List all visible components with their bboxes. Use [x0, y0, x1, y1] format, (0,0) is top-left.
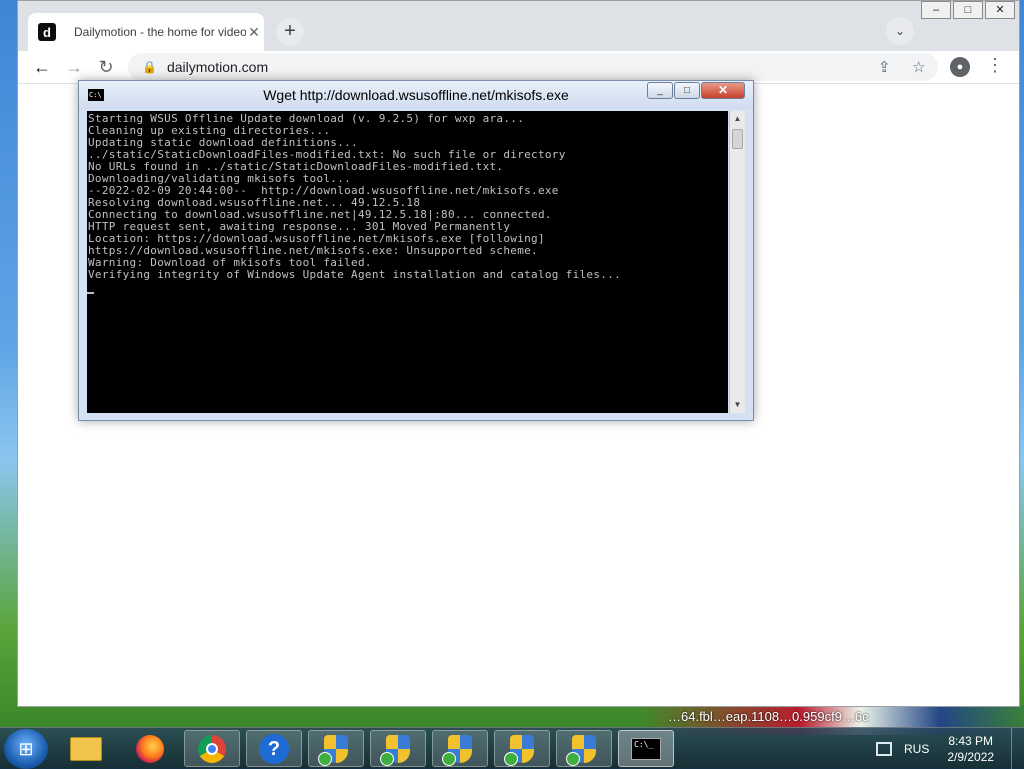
wsus-taskbar-button-5[interactable]: [556, 730, 612, 767]
lock-icon[interactable]: 🔒: [142, 60, 157, 74]
explorer-taskbar-button[interactable]: [58, 730, 114, 767]
language-indicator[interactable]: RUS: [904, 742, 929, 756]
tab-dailymotion[interactable]: d Dailymotion - the home for videos ✕: [28, 13, 264, 51]
wsus-taskbar-button-1[interactable]: [308, 730, 364, 767]
tab-close-icon[interactable]: ✕: [246, 24, 262, 41]
clock-time: 8:43 PM: [948, 733, 994, 748]
windows-update-shield-icon: [504, 734, 534, 766]
cmd-taskbar-button[interactable]: C:\_: [618, 730, 674, 767]
console-scrollbar[interactable]: ▲ ▼: [729, 111, 745, 413]
browser-menu-icon[interactable]: ⋮: [986, 55, 1004, 76]
start-button[interactable]: ⊞: [4, 729, 48, 769]
help-taskbar-button[interactable]: ?: [246, 730, 302, 767]
dailymotion-favicon-icon: d: [38, 23, 56, 41]
console-title-bar[interactable]: C:\ Wget http://download.wsusoffline.net…: [79, 81, 753, 109]
forward-button[interactable]: →: [58, 51, 90, 83]
minimize-button[interactable]: –: [921, 1, 951, 19]
bookmark-star-icon[interactable]: ☆: [912, 58, 925, 76]
chrome-taskbar-button[interactable]: [184, 730, 240, 767]
firefox-icon: [136, 734, 164, 763]
share-icon[interactable]: ⇪: [878, 58, 891, 76]
close-button[interactable]: ✕: [985, 1, 1015, 19]
browser-toolbar: ← → ↻ 🔒 dailymotion.com ⇪ ☆ ● ⋮: [18, 51, 1019, 83]
wsus-taskbar-button-4[interactable]: [494, 730, 550, 767]
console-window: C:\ Wget http://download.wsusoffline.net…: [78, 80, 754, 421]
scroll-down-arrow-icon[interactable]: ▼: [730, 397, 745, 413]
clock-date: 2/9/2022: [947, 749, 995, 764]
tab-title: Dailymotion - the home for videos: [74, 25, 246, 39]
console-minimize-button[interactable]: _: [647, 82, 673, 99]
wsus-taskbar-button-2[interactable]: [370, 730, 426, 767]
taskbar: ⊞ ? C:\_ RUS 8:43 PM 2/9/2022: [0, 727, 1024, 769]
maximize-button[interactable]: □: [953, 1, 983, 19]
show-desktop-button[interactable]: [1011, 728, 1024, 769]
firefox-taskbar-button[interactable]: [122, 730, 178, 767]
scroll-up-arrow-icon[interactable]: ▲: [730, 111, 745, 127]
console-close-button[interactable]: ✕: [701, 82, 745, 99]
console-output[interactable]: Starting WSUS Offline Update download (v…: [87, 111, 728, 413]
scroll-thumb[interactable]: [732, 129, 743, 149]
tab-strip: d Dailymotion - the home for videos ✕ + …: [18, 1, 1019, 51]
console-maximize-button[interactable]: □: [674, 82, 700, 99]
taskbar-tooltip-text: …64.fbl…eap.1108…0.959cf9…6c: [668, 709, 869, 724]
folder-icon: [70, 736, 102, 761]
windows-update-shield-icon: [318, 734, 348, 766]
browser-window-controls: – □ ✕: [919, 1, 1015, 19]
reload-button[interactable]: ↻: [90, 51, 122, 83]
console-window-controls: _ □ ✕: [646, 82, 745, 99]
console-line: Verifying integrity of Windows Update Ag…: [88, 268, 622, 281]
system-tray: RUS 8:43 PM 2/9/2022: [876, 728, 994, 769]
command-prompt-icon: C:\_: [631, 737, 661, 760]
url-text[interactable]: dailymotion.com: [167, 59, 268, 75]
windows-update-shield-icon: [566, 734, 596, 766]
network-icon[interactable]: [876, 741, 892, 756]
help-icon: ?: [259, 733, 289, 764]
profile-avatar-icon[interactable]: ●: [950, 57, 970, 77]
windows-update-shield-icon: [442, 734, 472, 766]
wsus-taskbar-button-3[interactable]: [432, 730, 488, 767]
console-cursor: [87, 292, 94, 294]
windows-update-shield-icon: [380, 734, 410, 766]
clock[interactable]: 8:43 PM 2/9/2022: [947, 733, 994, 765]
address-bar[interactable]: 🔒 dailymotion.com ⇪ ☆: [128, 53, 938, 81]
chrome-icon: [198, 734, 226, 763]
new-tab-button[interactable]: +: [276, 18, 304, 46]
tab-search-button[interactable]: ⌄: [886, 17, 914, 45]
back-button[interactable]: ←: [26, 51, 58, 83]
